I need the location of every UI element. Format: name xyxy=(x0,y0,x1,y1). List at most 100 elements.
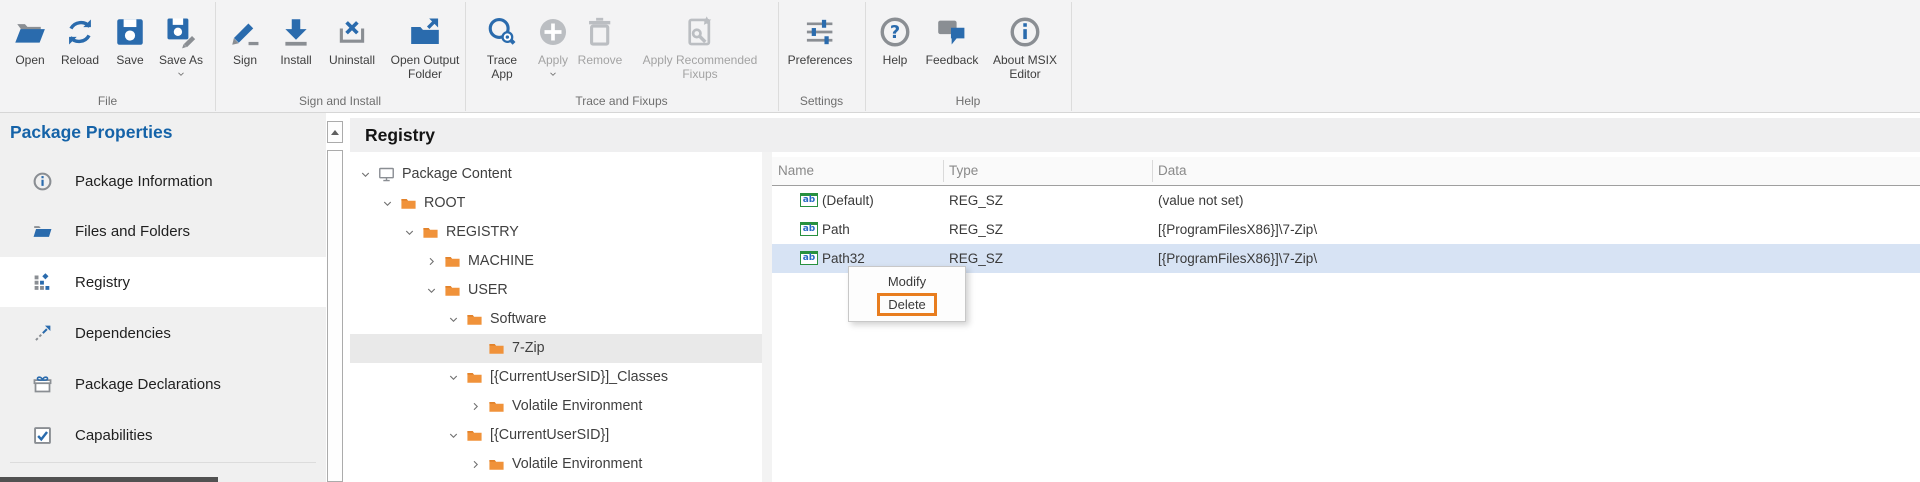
chevron-down-icon xyxy=(447,429,460,442)
fixups-icon xyxy=(683,15,717,49)
tree-twisty[interactable] xyxy=(444,311,462,327)
ribbon-button-open-output-folder[interactable]: Open Output Folder xyxy=(391,13,460,81)
ribbon-button-feedback[interactable]: Feedback xyxy=(926,13,979,68)
tree-twisty[interactable] xyxy=(444,369,462,385)
trace-app-icon xyxy=(485,15,519,49)
ribbon-button-sign[interactable]: Sign xyxy=(228,13,262,68)
folder xyxy=(400,195,417,212)
ribbon-group-separator xyxy=(1071,2,1072,111)
registry-value-row-default[interactable]: ab (Default) REG_SZ (value not set) xyxy=(772,186,1920,215)
sidebar-item-label: Package Declarations xyxy=(75,376,221,393)
ribbon-button-help[interactable]: ? Help xyxy=(878,13,912,68)
tree-item-user[interactable]: USER xyxy=(350,276,762,305)
ribbon-button-label: Uninstall xyxy=(329,54,375,68)
ribbon-button-label: Apply xyxy=(538,54,568,68)
sidebar-item-files-and-folders[interactable]: Files and Folders xyxy=(0,206,326,256)
sidebar-scrollbar-gutter xyxy=(326,113,350,482)
ribbon-button-label: Preferences xyxy=(788,54,853,68)
ribbon-button-label: Save As xyxy=(159,54,203,68)
tree-table-divider xyxy=(762,152,772,482)
tree-item-label: [{CurrentUserSID}] xyxy=(490,427,609,443)
computer xyxy=(378,166,395,183)
tree-twisty[interactable] xyxy=(422,282,440,298)
tree-item-registry[interactable]: REGISTRY xyxy=(350,218,762,247)
chevron-down-icon xyxy=(447,371,460,384)
ribbon-button-label: Trace App xyxy=(487,54,517,81)
tree-twisty[interactable] xyxy=(378,195,396,211)
sidebar-bottom-partial-element xyxy=(0,477,218,482)
sidebar-item-label: Dependencies xyxy=(75,325,171,342)
column-header-name[interactable]: Name xyxy=(778,157,814,185)
column-header-data[interactable]: Data xyxy=(1158,157,1187,185)
sidebar-item-dependencies[interactable]: Dependencies xyxy=(0,308,326,358)
ribbon-button-trace-app[interactable]: Trace App xyxy=(485,13,519,81)
tree-item-volatile-environment[interactable]: Volatile Environment xyxy=(350,450,762,479)
ribbon-group-label-trace-and-fixups: Trace and Fixups xyxy=(465,94,778,111)
tree-item-currentusersid-classes[interactable]: [{CurrentUserSID}]_Classes xyxy=(350,363,762,392)
scrollbar-up-button[interactable] xyxy=(327,121,343,143)
ribbon-button-label: About MSIX Editor xyxy=(993,54,1057,81)
reg-sz-string-icon: ab xyxy=(800,222,818,236)
tree-twisty[interactable] xyxy=(356,166,374,182)
reg-sz-string-icon: ab xyxy=(800,251,818,265)
install-icon xyxy=(279,15,313,49)
tree-item-software[interactable]: Software xyxy=(350,305,762,334)
value-data: [{ProgramFilesX86}]\7-Zip\ xyxy=(1158,215,1317,244)
value-data: (value not set) xyxy=(1158,186,1244,215)
ribbon-button-save[interactable]: Save xyxy=(113,13,147,68)
preferences-icon xyxy=(803,15,837,49)
chevron-down-icon xyxy=(176,69,186,79)
apply-icon xyxy=(536,15,570,49)
tree-item-volatile-environment[interactable]: Volatile Environment xyxy=(350,392,762,421)
tree-twisty[interactable] xyxy=(444,427,462,443)
open-folder-icon xyxy=(13,15,47,49)
open-output-folder-icon xyxy=(408,15,442,49)
declarations-icon xyxy=(32,374,53,395)
sidebar-package-properties: Package Properties Package Information F… xyxy=(0,113,326,482)
about-icon xyxy=(1008,15,1042,49)
sign-icon xyxy=(228,15,262,49)
ribbon-group-label-file: File xyxy=(0,94,215,111)
ribbon-button-reload[interactable]: Reload xyxy=(61,13,99,68)
registry-value-row-path[interactable]: ab Path REG_SZ [{ProgramFilesX86}]\7-Zip… xyxy=(772,215,1920,244)
tree-item-root[interactable]: ROOT xyxy=(350,189,762,218)
capabilities-icon xyxy=(32,425,53,446)
tree-twisty[interactable] xyxy=(466,456,484,472)
tree-item-7-zip[interactable]: 7-Zip xyxy=(350,334,762,363)
ribbon-button-save-as[interactable]: Save As xyxy=(159,13,203,79)
ribbon-button-install[interactable]: Install xyxy=(279,13,313,68)
tree-item-currentusersid[interactable]: [{CurrentUserSID}] xyxy=(350,421,762,450)
value-type: REG_SZ xyxy=(949,186,1003,215)
tree-twisty[interactable] xyxy=(400,224,418,240)
context-menu-item-delete[interactable]: Delete xyxy=(877,293,937,316)
tree-item-machine[interactable]: MACHINE xyxy=(350,247,762,276)
ribbon-button-preferences[interactable]: Preferences xyxy=(788,13,853,68)
sidebar-item-package-information[interactable]: Package Information xyxy=(0,156,326,206)
context-menu-item-modify[interactable]: Modify xyxy=(880,273,934,290)
registry-icon xyxy=(32,272,53,293)
ribbon-button-open[interactable]: Open xyxy=(13,13,47,68)
column-header-type[interactable]: Type xyxy=(949,157,978,185)
sidebar-title: Package Properties xyxy=(10,122,172,143)
tree-item-package-content[interactable]: Package Content xyxy=(350,160,762,189)
ribbon-button-about-msix-editor[interactable]: About MSIX Editor xyxy=(993,13,1057,81)
sidebar-item-package-declarations[interactable]: Package Declarations xyxy=(0,359,326,409)
sidebar-item-registry[interactable]: Registry xyxy=(0,257,326,307)
tree-item-label: ROOT xyxy=(424,195,465,211)
ribbon-button-label: Help xyxy=(883,54,908,68)
reg-sz-string-icon: ab xyxy=(800,193,818,207)
twisty-placeholder xyxy=(466,340,484,356)
tree-twisty[interactable] xyxy=(466,398,484,414)
scrollbar-track[interactable] xyxy=(327,150,343,482)
value-name: Path xyxy=(822,215,850,244)
ribbon-button-remove: Remove xyxy=(578,13,623,68)
ribbon-button-label: Open xyxy=(15,54,44,68)
chevron-right-icon xyxy=(469,458,482,471)
tree-twisty[interactable] xyxy=(422,253,440,269)
ribbon-button-uninstall[interactable]: Uninstall xyxy=(329,13,375,68)
sidebar-item-capabilities[interactable]: Capabilities xyxy=(0,410,326,460)
folder xyxy=(466,311,483,328)
sidebar-item-label: Capabilities xyxy=(75,427,153,444)
ribbon-button-label: Sign xyxy=(233,54,257,68)
value-type: REG_SZ xyxy=(949,215,1003,244)
